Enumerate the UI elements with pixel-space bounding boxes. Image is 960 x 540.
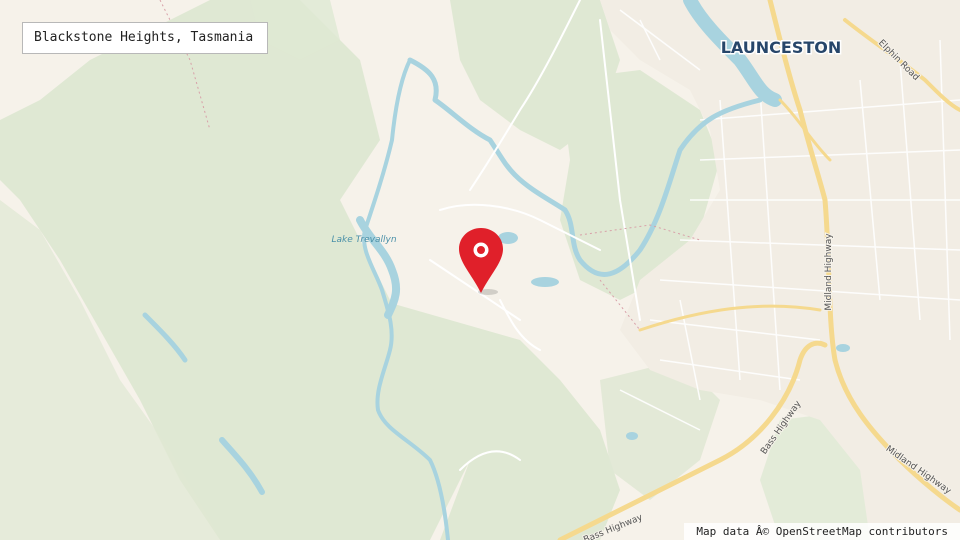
pond xyxy=(836,344,850,352)
city-label-launceston: LAUNCESTON xyxy=(721,38,842,57)
pond xyxy=(531,277,559,287)
pond xyxy=(626,432,638,440)
map-canvas[interactable]: LAUNCESTON Lake Trevallyn Elphin Road Mi… xyxy=(0,0,960,540)
road-label-midland-1: Midland Highway xyxy=(824,233,834,311)
map-view[interactable]: LAUNCESTON Lake Trevallyn Elphin Road Mi… xyxy=(0,0,960,540)
map-attribution: Map data Â© OpenStreetMap contributors xyxy=(684,523,960,540)
lake-label: Lake Trevallyn xyxy=(331,235,396,245)
marker-center xyxy=(477,246,485,254)
search-input[interactable]: Blackstone Heights, Tasmania xyxy=(22,22,268,54)
